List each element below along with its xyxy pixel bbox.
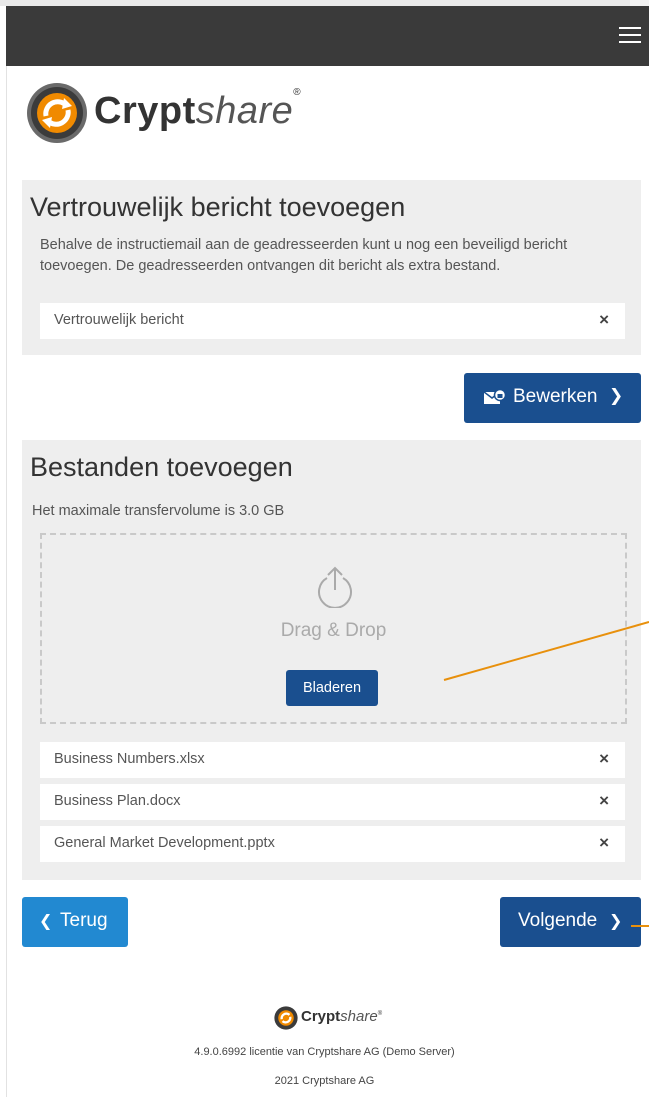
footer-copyright: 2021 Cryptshare AG — [274, 1075, 375, 1087]
annotation-lines — [443, 621, 649, 927]
footer-version: 4.9.0.6992 licentie van Cryptshare AG (D… — [194, 1046, 455, 1058]
footer-brand-name: Cryptshare® — [301, 1008, 383, 1025]
cryptshare-logo-icon — [274, 1006, 298, 1030]
